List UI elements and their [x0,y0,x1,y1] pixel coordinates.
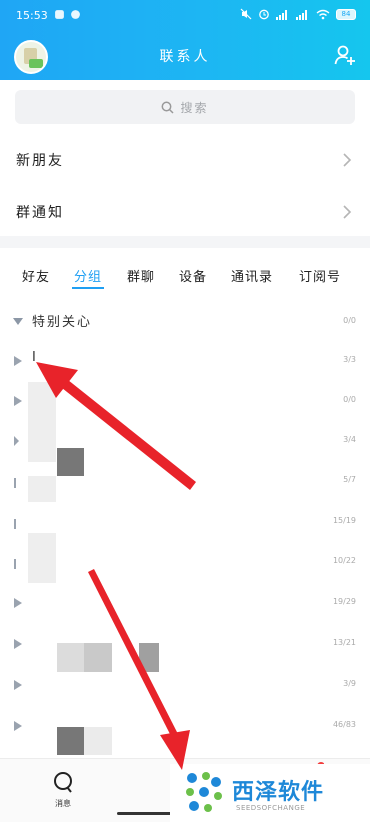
app-notice-icon [71,10,80,19]
blurred-avatar [84,727,112,755]
wifi-icon [316,9,330,19]
blurred-name [28,422,56,462]
group-count: 46/83 [332,720,356,729]
nav-messages-label: 消息 [55,799,71,808]
tab-subscriptions[interactable]: 订阅号 [299,266,341,285]
blurred-name [28,533,56,543]
page-title: 联系人 [159,49,211,65]
caret-right-icon [14,356,22,366]
tab-group-chats[interactable]: 群聊 [127,266,155,285]
blurred-name [28,476,56,502]
group-name: 特别关心 [32,315,93,330]
battery-icon: 84 [336,8,356,20]
signal-2-icon [296,9,307,20]
group-row[interactable]: 0/0 [0,382,370,422]
caret-right-icon [14,396,22,406]
search-icon [162,101,175,114]
group-count: 10/22 [332,556,356,565]
group-count: 0/0 [343,395,356,404]
group-row[interactable]: 19/29 [0,584,370,624]
blurred-avatar [57,727,84,755]
status-time: 15:53 [16,9,48,22]
new-friends-row[interactable]: 新朋友 [0,135,370,185]
chevron-right-icon [343,205,352,219]
message-icon [54,772,72,793]
chevron-right-icon [343,153,352,167]
watermark-logo: 西泽软件 SEEDSOFCHANGE [170,764,370,822]
group-count: 13/21 [332,638,356,647]
alarm-icon [259,9,269,20]
caret-right-icon [14,639,22,649]
tab-devices[interactable]: 设备 [179,266,207,285]
blurred-name [28,382,56,422]
search-input[interactable]: 搜索 [15,90,355,124]
group-name: I [32,350,38,365]
notification-icon [55,10,64,19]
nav-messages[interactable]: 消息 [50,767,76,808]
new-friends-label: 新朋友 [16,153,64,169]
add-contact-icon[interactable] [334,44,356,66]
group-count: 0/0 [343,316,356,325]
group-row[interactable]: 3/9 [0,666,370,706]
signal-icon [276,9,287,20]
group-row[interactable]: I 3/3 [0,342,370,382]
caret-right-icon [14,598,22,608]
active-tab-indicator [72,287,104,289]
group-row-special-care[interactable]: 特别关心 0/0 [0,303,370,343]
group-count: 3/4 [343,435,356,444]
group-count: 3/9 [343,679,356,688]
group-notice-label: 群通知 [16,205,64,221]
tab-address-book[interactable]: 通讯录 [231,266,273,285]
group-count: 15/19 [332,516,356,525]
group-row[interactable]: 10/22 [0,543,370,583]
group-count: 19/29 [332,597,356,606]
group-row[interactable]: 3/4 [0,422,370,476]
status-right: 84 [240,8,356,20]
search-placeholder: 搜索 [180,100,209,115]
caret-right-icon [14,478,16,488]
caret-right-icon [14,721,22,731]
mute-icon [240,8,252,20]
caret-right-icon [14,559,16,569]
status-bar: 15:53 84 [0,0,370,32]
group-notice-row[interactable]: 群通知 [0,187,370,237]
caret-down-icon [13,318,23,325]
section-divider [0,236,370,248]
tab-groups[interactable]: 分组 [74,266,102,285]
watermark-name: 西泽软件 [232,780,325,805]
caret-right-icon [14,519,16,529]
contact-tabs: 好友 分组 群聊 设备 通讯录 订阅号 [0,260,370,292]
logo-mark [186,772,222,812]
app-header: 15:53 84 联系人 [0,0,370,80]
tab-friends[interactable]: 好友 [22,266,50,285]
group-count: 5/7 [343,475,356,484]
group-count: 3/3 [343,355,356,364]
group-row[interactable]: 15/19 [0,503,370,543]
group-row[interactable]: 5/7 [0,462,370,502]
watermark-sub: SEEDSOFCHANGE [236,804,306,812]
group-row[interactable]: 13/21 [0,625,370,672]
group-row[interactable]: 46/83 [0,707,370,755]
blurred-name [28,543,56,583]
caret-right-icon [14,680,22,690]
caret-right-icon [14,436,19,446]
